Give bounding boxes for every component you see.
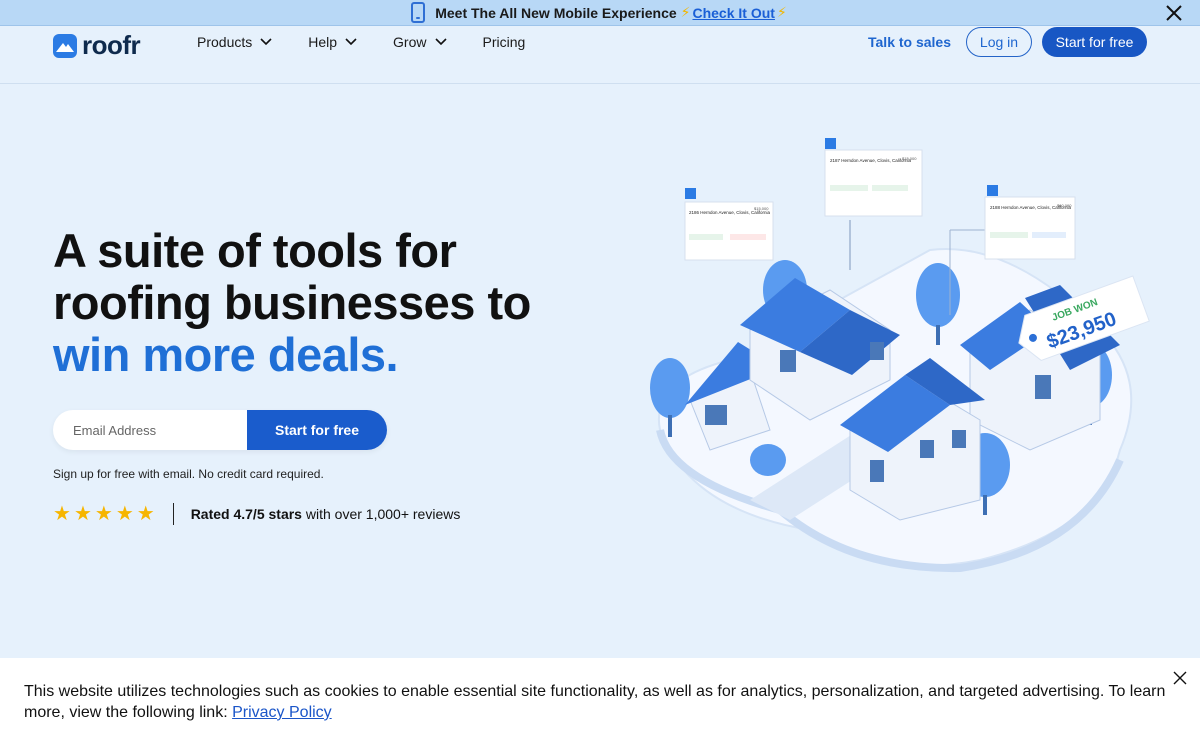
chevron-down-icon xyxy=(260,38,272,46)
talk-to-sales-link[interactable]: Talk to sales xyxy=(868,34,951,50)
headline-line-1: A suite of tools for xyxy=(53,224,457,277)
star-icon: ★ xyxy=(53,503,71,525)
start-free-button[interactable]: Start for free xyxy=(247,410,387,450)
nav-menu: Products Help Grow Pricing xyxy=(197,34,561,50)
signup-note: Sign up for free with email. No credit c… xyxy=(53,467,324,481)
nav-item-help[interactable]: Help xyxy=(308,34,357,50)
bolt-icon: ⚡ xyxy=(776,4,787,20)
nav-item-grow[interactable]: Grow xyxy=(393,34,447,50)
rating-rest: with over 1,000+ reviews xyxy=(301,506,461,522)
rating-text: Rated 4.7/5 stars with over 1,000+ revie… xyxy=(191,506,461,522)
nav-item-label: Grow xyxy=(393,34,427,50)
star-icon: ★ xyxy=(94,503,113,525)
banner-link[interactable]: Check It Out xyxy=(692,5,774,21)
card-price: $15,000 xyxy=(754,206,769,211)
job-card: 2187 Herndon Avenue, Clovis, California … xyxy=(824,138,923,217)
job-card: 2186 Herndon Avenue, Clovis, California … xyxy=(684,188,774,261)
card-price: $15,000 xyxy=(902,156,917,161)
privacy-policy-link[interactable]: Privacy Policy xyxy=(232,704,332,721)
star-icon: ★ xyxy=(115,503,134,525)
star-icon: ★ xyxy=(136,503,155,525)
logo[interactable]: roofr xyxy=(53,30,141,61)
close-icon[interactable] xyxy=(1164,3,1184,23)
hero-headline: A suite of tools for roofing businesses … xyxy=(53,225,531,381)
headline-line-2: roofing businesses to xyxy=(53,276,531,329)
rating: ★ ★ ★ ★ ★ Rated 4.7/5 stars with over 1,… xyxy=(53,503,460,525)
job-card: 2188 Herndon Avenue, Clovis, California … xyxy=(984,185,1076,260)
cookie-banner: This website utilizes technologies such … xyxy=(0,658,1200,750)
start-free-nav-button[interactable]: Start for free xyxy=(1042,27,1147,57)
cookie-message: This website utilizes technologies such … xyxy=(24,681,1174,723)
chevron-down-icon xyxy=(345,38,357,46)
star-rating: ★ ★ ★ ★ ★ xyxy=(53,503,155,525)
nav-item-pricing[interactable]: Pricing xyxy=(483,34,526,50)
phone-icon xyxy=(411,2,426,23)
card-price: $60,000 xyxy=(1057,203,1072,208)
houses-illustration: 2186 Herndon Avenue, Clovis, California … xyxy=(650,138,1150,573)
roofr-logo-icon xyxy=(53,33,77,58)
signup-form: Start for free xyxy=(53,410,387,450)
nav-item-label: Help xyxy=(308,34,338,50)
nav-item-label: Products xyxy=(197,34,253,50)
main-nav: roofr Products Help Grow Pricing Talk to… xyxy=(0,26,1200,84)
brand-name: roofr xyxy=(82,30,141,60)
nav-item-label: Pricing xyxy=(482,34,526,50)
rating-bold: Rated 4.7/5 stars xyxy=(190,506,302,522)
bolt-icon: ⚡ xyxy=(680,4,691,20)
nav-item-products[interactable]: Products xyxy=(197,34,272,50)
chevron-down-icon xyxy=(434,38,447,46)
divider xyxy=(172,503,174,525)
headline-line-3: win more deals. xyxy=(53,328,399,381)
star-icon: ★ xyxy=(73,503,92,525)
announcement-banner: Meet The All New Mobile Experience ⚡ Che… xyxy=(0,0,1200,26)
cookie-text: This website utilizes technologies such … xyxy=(24,683,1166,721)
card-address: 2187 Herndon Avenue, Clovis, California xyxy=(830,158,911,163)
login-button[interactable]: Log in xyxy=(966,27,1032,57)
banner-message: Meet The All New Mobile Experience xyxy=(435,4,677,21)
email-input[interactable] xyxy=(73,410,253,450)
close-icon[interactable] xyxy=(1172,670,1188,686)
